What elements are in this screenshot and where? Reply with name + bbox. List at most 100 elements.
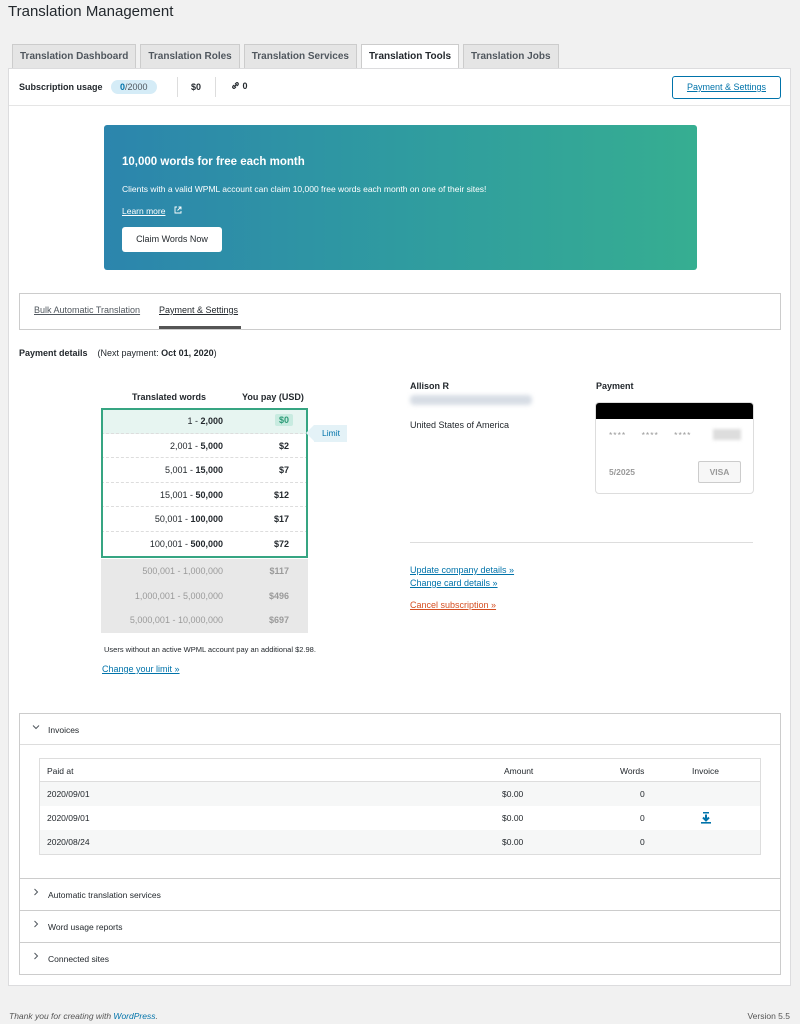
main-panel: Subscription usage 0/2000 $0 0 Payment &… bbox=[8, 68, 791, 986]
section-title: Connected sites bbox=[48, 954, 109, 964]
next-payment-suffix: ) bbox=[213, 348, 217, 358]
invoices-table: Paid at Amount Words Invoice 2020/09/01 … bbox=[39, 758, 761, 855]
usage-cost: $0 bbox=[191, 82, 202, 92]
chevron-down-icon bbox=[32, 723, 40, 734]
chevron-right-icon bbox=[32, 888, 40, 899]
range-from: 500,001 - bbox=[142, 566, 183, 576]
customer-email-redacted bbox=[410, 395, 532, 405]
subtab-payment-settings[interactable]: Payment & Settings bbox=[159, 305, 238, 315]
card-stripe bbox=[596, 403, 753, 419]
pricing-note: Users without an active WPML account pay… bbox=[104, 645, 316, 654]
divider bbox=[215, 77, 216, 97]
section-title: Word usage reports bbox=[48, 922, 123, 932]
customer-name: Allison R bbox=[410, 381, 450, 391]
pricing-range: 500,001 - 1,000,000 bbox=[142, 566, 223, 576]
header-amount: Amount bbox=[504, 766, 534, 776]
version-label: Version 5.5 bbox=[747, 1011, 790, 1021]
chevron-right-icon bbox=[32, 920, 40, 931]
pricing-range: 1,000,001 - 5,000,000 bbox=[135, 591, 223, 601]
usage-sites: 0 bbox=[231, 81, 248, 91]
range-from: 5,000,001 - bbox=[129, 615, 178, 625]
tab-translation-services[interactable]: Translation Services bbox=[243, 44, 357, 68]
payment-details-heading: Payment details (Next payment: Oct 01, 2… bbox=[19, 348, 217, 358]
paid-at-cell: 2020/09/01 bbox=[47, 789, 90, 799]
payment-card-label: Payment bbox=[596, 381, 634, 391]
pricing-price: $697 bbox=[268, 615, 289, 625]
paid-at-cell: 2020/08/24 bbox=[47, 837, 90, 847]
pricing-row[interactable]: 500,001 - 1,000,000 $117 bbox=[101, 559, 308, 584]
card-expiry: 5/2025 bbox=[609, 467, 635, 477]
promo-title: 10,000 words for free each month bbox=[122, 156, 305, 168]
usage-sites-count: 0 bbox=[242, 81, 248, 91]
subscription-usage-label: Subscription usage bbox=[19, 82, 103, 92]
table-row: 2020/09/01 $0.00 0 bbox=[40, 806, 760, 830]
pricing-row[interactable]: 1,000,001 - 5,000,000 $496 bbox=[101, 583, 308, 608]
word-usage-reports-section[interactable]: Word usage reports bbox=[19, 910, 781, 943]
claim-words-button[interactable]: Claim Words Now bbox=[122, 227, 222, 252]
table-row: 2020/08/24 $0.00 0 bbox=[40, 830, 760, 854]
cancel-subscription-link[interactable]: Cancel subscription » bbox=[410, 600, 496, 610]
learn-more-link[interactable]: Learn more bbox=[122, 206, 165, 216]
column-header-translated-words: Translated words bbox=[132, 392, 207, 402]
usage-total: /2000 bbox=[125, 82, 148, 92]
words-cell: 0 bbox=[640, 789, 645, 799]
active-subtab-indicator bbox=[159, 326, 241, 329]
next-payment-prefix: (Next payment: bbox=[97, 348, 162, 358]
amount-cell: $0.00 bbox=[502, 813, 524, 823]
payment-card: **** **** **** 5/2025 VISA bbox=[595, 402, 754, 494]
range-to: 5,000,000 bbox=[182, 590, 223, 601]
tab-translation-dashboard[interactable]: Translation Dashboard bbox=[12, 44, 137, 68]
tab-translation-jobs[interactable]: Translation Jobs bbox=[463, 44, 559, 68]
invoices-title: Invoices bbox=[48, 725, 80, 735]
section-title: Automatic translation services bbox=[48, 890, 161, 900]
change-card-details-link[interactable]: Change card details » bbox=[410, 578, 498, 588]
words-cell: 0 bbox=[640, 813, 645, 823]
header-invoice: Invoice bbox=[692, 766, 719, 776]
range-to: 10,000,000 bbox=[177, 615, 223, 625]
range-to: 1,000,000 bbox=[182, 566, 223, 576]
payment-settings-button[interactable]: Payment & Settings bbox=[672, 76, 781, 99]
promo-text: Clients with a valid WPML account can cl… bbox=[122, 184, 487, 194]
invoices-header[interactable]: Invoices bbox=[20, 714, 780, 745]
automatic-translation-services-section[interactable]: Automatic translation services bbox=[19, 878, 781, 911]
chevron-right-icon bbox=[32, 952, 40, 963]
usage-badge: 0/2000 bbox=[111, 80, 157, 94]
table-row: 2020/09/01 $0.00 0 bbox=[40, 782, 760, 806]
next-payment-date: Oct 01, 2020 bbox=[161, 348, 214, 358]
customer-country: United States of America bbox=[410, 420, 510, 430]
connected-sites-section[interactable]: Connected sites bbox=[19, 942, 781, 975]
card-brand-visa: VISA bbox=[698, 461, 741, 483]
pricing-price: $117 bbox=[269, 566, 289, 576]
tab-translation-roles[interactable]: Translation Roles bbox=[140, 44, 240, 68]
tab-translation-tools[interactable]: Translation Tools bbox=[361, 44, 460, 69]
limit-tag: Limit bbox=[306, 425, 347, 442]
table-header-row: Paid at Amount Words Invoice bbox=[40, 759, 760, 782]
card-last-digits-redacted bbox=[713, 429, 741, 440]
section-header[interactable]: Automatic translation services bbox=[20, 879, 780, 910]
section-header[interactable]: Word usage reports bbox=[20, 911, 780, 942]
section-header[interactable]: Connected sites bbox=[20, 943, 780, 974]
main-tabs: Translation Dashboard Translation Roles … bbox=[12, 44, 559, 69]
paid-at-cell: 2020/09/01 bbox=[47, 813, 90, 823]
footer-text: Thank you for creating with bbox=[9, 1011, 114, 1021]
header-words: Words bbox=[620, 766, 645, 776]
amount-cell: $0.00 bbox=[502, 837, 524, 847]
settings-subtabs: Bulk Automatic Translation Payment & Set… bbox=[19, 293, 781, 330]
page-title: Translation Management bbox=[8, 3, 174, 20]
change-limit-link[interactable]: Change your limit » bbox=[102, 664, 180, 674]
payment-details-title: Payment details bbox=[19, 348, 88, 358]
subscription-usage-bar: Subscription usage 0/2000 $0 0 Payment &… bbox=[9, 69, 790, 106]
column-header-you-pay: You pay (USD) bbox=[242, 392, 304, 402]
pricing-price: $496 bbox=[268, 590, 289, 601]
free-words-banner: 10,000 words for free each month Clients… bbox=[104, 125, 697, 270]
pricing-row[interactable]: 5,000,001 - 10,000,000 $697 bbox=[101, 608, 308, 633]
range-from: 1,000,001 - bbox=[134, 590, 183, 601]
pricing-range: 5,000,001 - 10,000,000 bbox=[130, 615, 223, 625]
divider bbox=[177, 77, 178, 97]
link-icon bbox=[232, 82, 239, 89]
subtab-bulk-automatic-translation[interactable]: Bulk Automatic Translation bbox=[34, 305, 140, 315]
divider bbox=[410, 542, 753, 543]
download-invoice-icon[interactable] bbox=[699, 811, 713, 825]
update-company-details-link[interactable]: Update company details » bbox=[410, 565, 514, 575]
wordpress-link[interactable]: WordPress bbox=[113, 1011, 155, 1021]
